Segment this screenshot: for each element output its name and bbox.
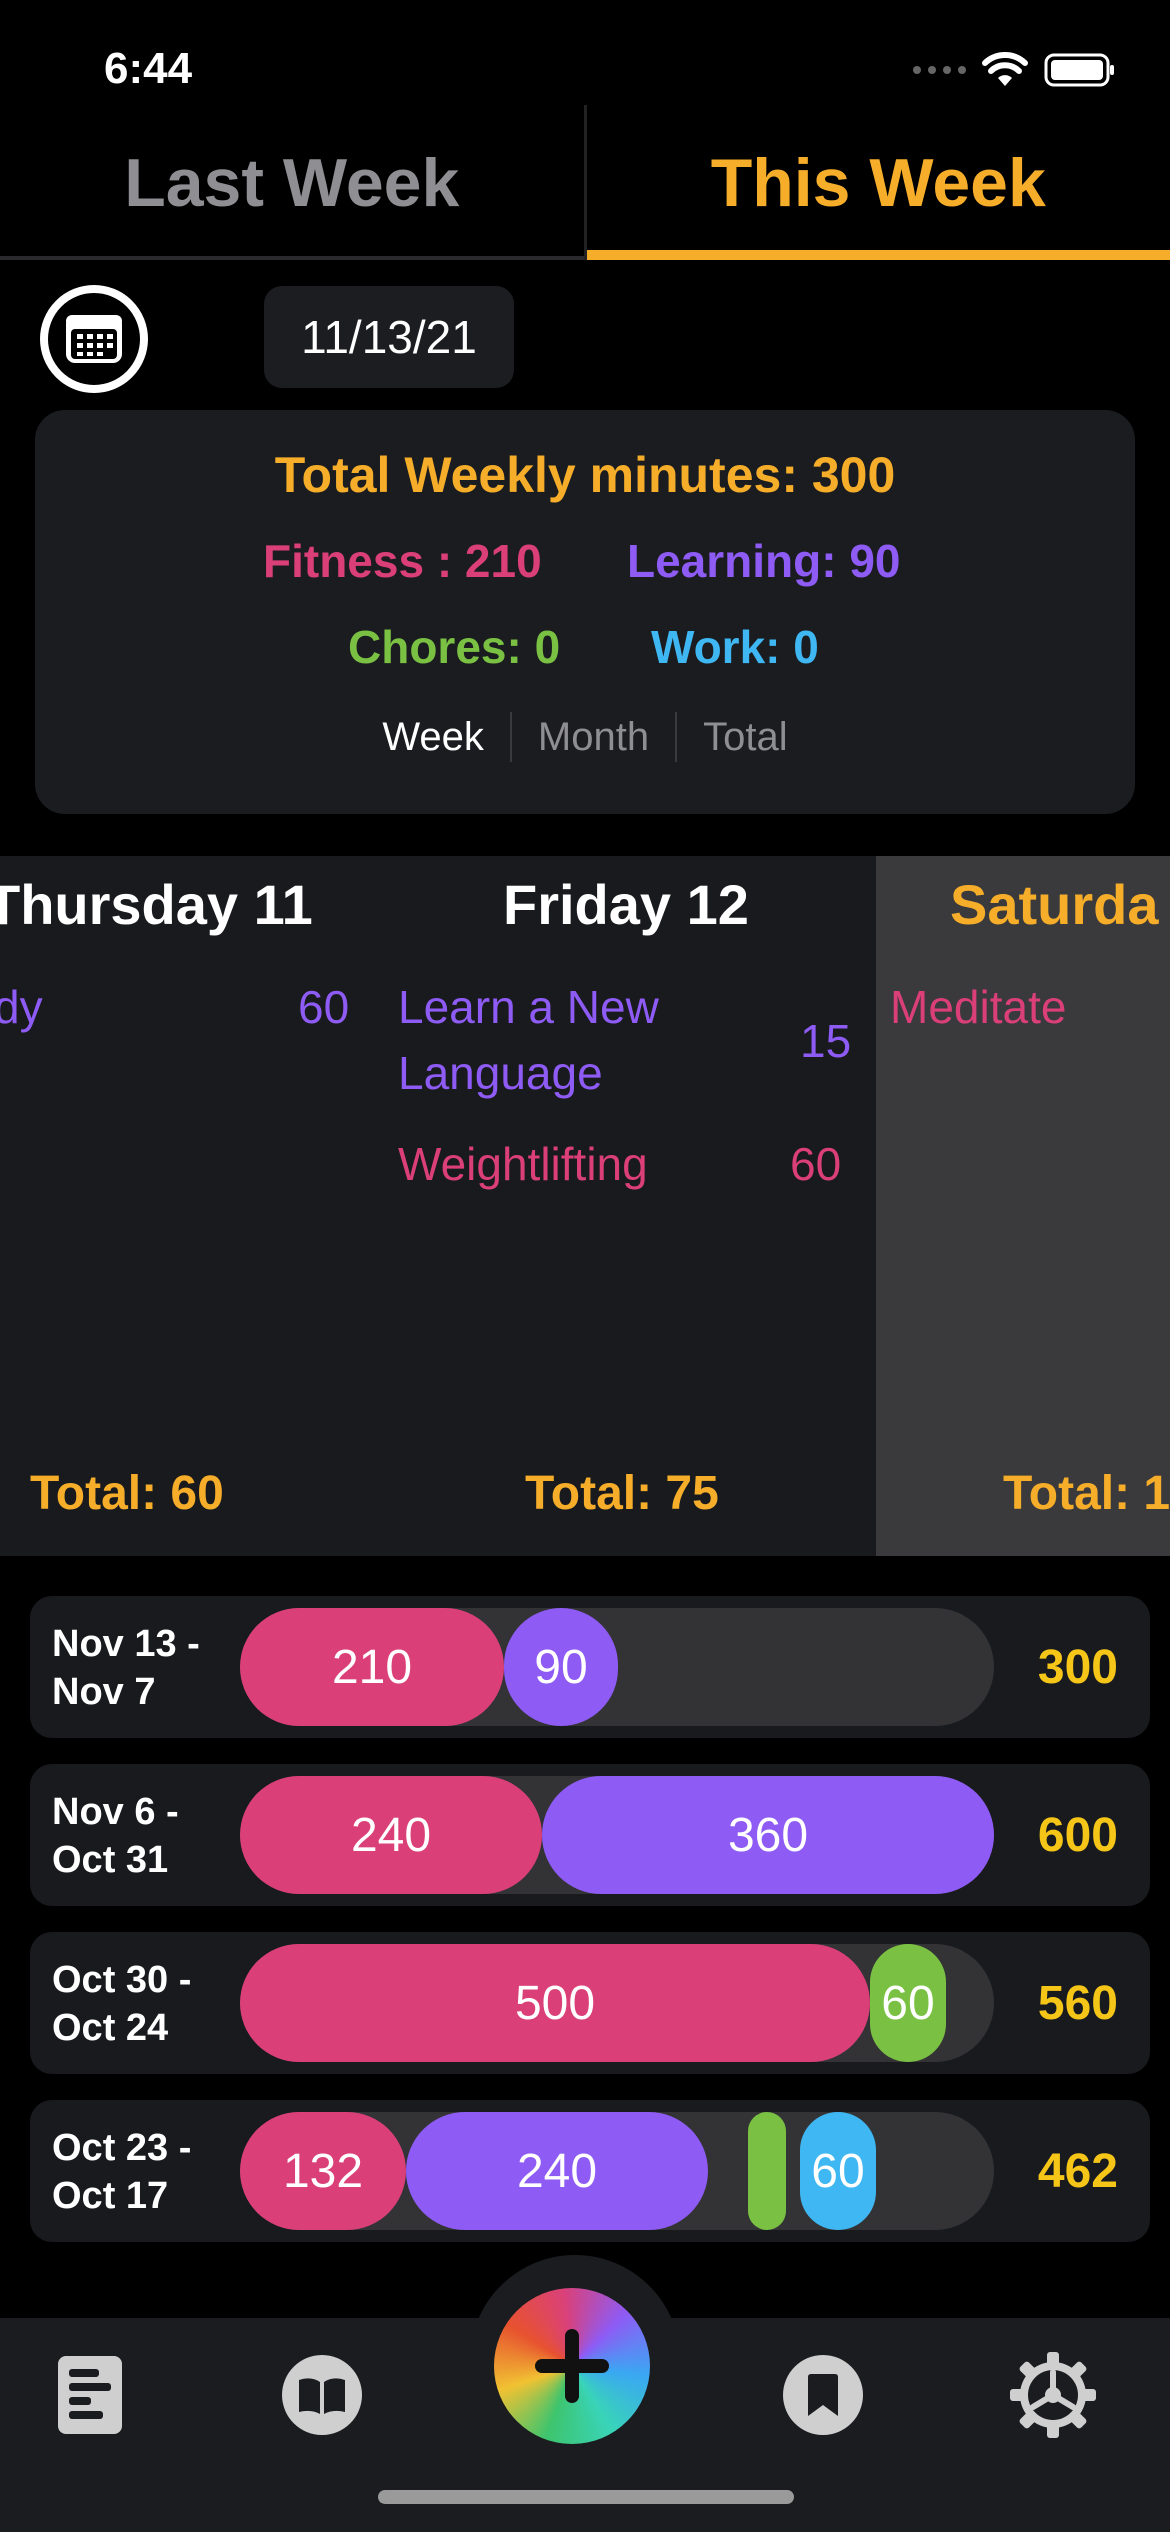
weekly-summary-card: Total Weekly minutes: 300 Fitness : 210 … xyxy=(35,410,1135,814)
history-total: 600 xyxy=(1037,1808,1118,1862)
history-date-range: Oct 23 - Oct 17 xyxy=(52,2127,192,2217)
activity-minutes: 60 xyxy=(790,1138,842,1190)
history-segment-chores xyxy=(748,2112,786,2230)
plus-icon xyxy=(535,2329,609,2403)
history-date-range: Oct 30 - Oct 24 xyxy=(52,1959,192,2049)
activity-name-line2[interactable]: Language xyxy=(398,1040,603,1106)
activity-name[interactable]: Meditate xyxy=(890,974,1066,1040)
settings-icon xyxy=(1010,2352,1096,2438)
history-total: 462 xyxy=(1037,2144,1118,2198)
history-total: 560 xyxy=(1037,1976,1118,2030)
history-segment-chores: 60 xyxy=(870,1944,946,2062)
activity-minutes: 60 xyxy=(298,981,350,1033)
bookmark-icon xyxy=(783,2355,863,2435)
work-minutes: Work: 0 xyxy=(651,621,819,673)
learning-minutes: Learning: 90 xyxy=(627,535,901,587)
history-date-range: Nov 13 - Nov 7 xyxy=(52,1623,200,1713)
home-indicator xyxy=(378,2490,794,2504)
history-segment-learning: 360 xyxy=(542,1776,994,1894)
history-segment-fitness: 210 xyxy=(240,1608,504,1726)
history-bar-track: 132 240 60 xyxy=(240,2112,994,2230)
segment-total[interactable]: Total xyxy=(675,712,814,762)
history-total: 300 xyxy=(1037,1640,1118,1694)
history-row[interactable]: Nov 6 - Oct 31 240 360 600 xyxy=(30,1764,1150,1906)
chores-minutes: Chores: 0 xyxy=(348,621,561,673)
day-title-friday: Friday 12 xyxy=(503,873,749,936)
day-title-thursday: Thursday 11 xyxy=(0,873,313,936)
day-total-thursday: Total: 60 xyxy=(30,1467,224,1520)
tab-last-week[interactable]: Last Week xyxy=(0,105,587,260)
activity-name[interactable]: Learn a New xyxy=(398,974,659,1040)
history-segment-fitness: 500 xyxy=(240,1944,870,2062)
book-icon xyxy=(282,2355,362,2435)
history-segment-work: 60 xyxy=(800,2112,876,2230)
history-date-range: Nov 6 - Oct 31 xyxy=(52,1791,179,1881)
history-segment-learning: 240 xyxy=(406,2112,708,2230)
date-picker[interactable]: 11/13/21 xyxy=(264,286,514,388)
activity-name[interactable]: dy xyxy=(0,974,43,1040)
tab-this-week[interactable]: This Week xyxy=(586,105,1170,260)
history-segment-fitness: 240 xyxy=(240,1776,542,1894)
day-total-friday: Total: 75 xyxy=(525,1467,719,1520)
history-bar-track: 240 360 xyxy=(240,1776,994,1894)
status-icons xyxy=(913,52,1116,88)
fitness-minutes: Fitness : 210 xyxy=(263,535,542,587)
history-row[interactable]: Oct 23 - Oct 17 132 240 60 462 xyxy=(30,2100,1150,2242)
settings-tab[interactable] xyxy=(1008,2350,1098,2440)
total-weekly-minutes: Total Weekly minutes: 300 xyxy=(274,447,896,503)
calendar-icon xyxy=(66,315,122,363)
activity-name[interactable]: Weightlifting xyxy=(398,1131,648,1197)
learn-tab[interactable] xyxy=(277,2350,367,2440)
add-activity-button[interactable] xyxy=(494,2288,650,2444)
segment-month[interactable]: Month xyxy=(509,712,675,762)
battery-icon xyxy=(1044,53,1114,87)
segment-week[interactable]: Week xyxy=(356,712,510,762)
cellular-signal-icon xyxy=(913,66,966,74)
history-row[interactable]: Nov 13 - Nov 7 210 90 300 xyxy=(30,1596,1150,1738)
activity-minutes: 15 xyxy=(800,1015,852,1067)
day-title-saturday: Saturda xyxy=(950,873,1159,936)
period-segmented-control: Week Month Total xyxy=(35,712,1135,762)
history-bar-track: 210 90 xyxy=(240,1608,994,1726)
history-segment-learning: 90 xyxy=(504,1608,618,1726)
day-total-saturday: Total: 1 xyxy=(1003,1467,1170,1520)
wifi-icon xyxy=(982,52,1028,86)
calendar-button[interactable] xyxy=(40,285,148,393)
saturday-column-highlight xyxy=(876,856,1170,1556)
week-tabs: Last Week This Week xyxy=(0,105,1170,260)
log-tab[interactable] xyxy=(45,2350,135,2440)
status-time: 6:44 xyxy=(104,44,193,93)
day-columns-scroller[interactable]: Thursday 11 dy 60 Total: 60 Friday 12 Le… xyxy=(0,856,1170,1556)
history-bar-track: 500 60 xyxy=(240,1944,994,2062)
document-list-icon xyxy=(58,2356,122,2434)
history-segment-fitness: 132 xyxy=(240,2112,406,2230)
saved-tab[interactable] xyxy=(778,2350,868,2440)
history-row[interactable]: Oct 30 - Oct 24 500 60 560 xyxy=(30,1932,1150,2074)
status-bar: 6:44 xyxy=(0,0,1170,105)
